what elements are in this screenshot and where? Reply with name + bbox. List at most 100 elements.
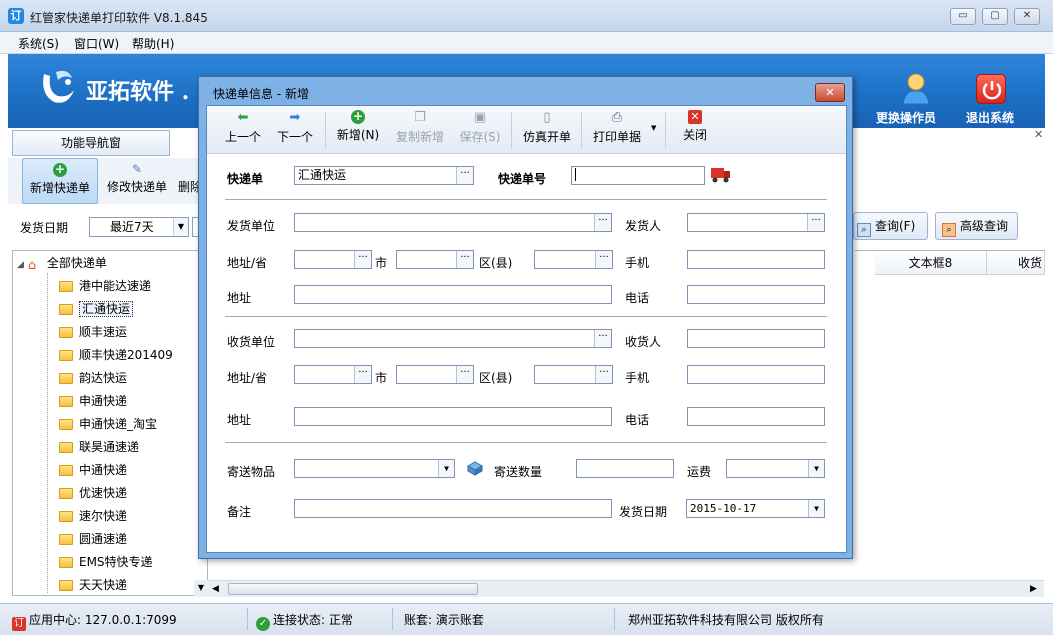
remarks-input[interactable] [294,499,612,518]
exit-system-label[interactable]: 退出系统 [966,109,1014,126]
chevron-down-icon[interactable]: ▼ [173,218,188,236]
ellipsis-icon[interactable]: ··· [456,167,473,184]
scroll-right-icon[interactable]: ▶ [1030,581,1037,597]
tree-item-label: 申通快递 [79,394,128,408]
tree-item[interactable]: 优速快递 [59,483,127,503]
menu-system[interactable]: 系统(S) [18,35,59,52]
tree-item[interactable]: 顺丰快递201409 [59,345,173,365]
tree-item[interactable]: 中通快递 [59,460,127,480]
sender-mobile-input[interactable] [687,250,825,269]
date-range-select[interactable]: 最近7天 ▼ [89,217,189,237]
advanced-query-button[interactable]: ⌕ 高级查询 [935,212,1018,240]
nav-panel-title[interactable]: 功能导航窗 [12,130,170,156]
scroll-thumb[interactable] [228,583,478,595]
tree-item[interactable]: 韵达快运 [59,368,127,388]
goods-select[interactable]: ▼ [294,459,455,478]
print-button[interactable]: ⎙ 打印单据 [591,110,643,152]
sender-district-input[interactable]: ··· [534,250,613,269]
tree-item[interactable]: 汇通快运 [59,299,134,319]
save-button[interactable]: ▣ 保存(S) [457,110,503,152]
next-button[interactable]: ➡ 下一个 [273,110,317,152]
ellipsis-icon[interactable]: ··· [354,251,371,268]
tree-scroll-down[interactable]: ▼ [194,580,208,597]
receiver-address-input[interactable] [294,407,612,426]
receiver-person-input[interactable] [687,329,825,348]
user-icon [902,73,930,105]
ellipsis-icon[interactable]: ··· [595,251,612,268]
sender-province-input[interactable]: ··· [294,250,372,269]
tree-item-label: 中通快递 [79,463,128,477]
tree-item[interactable]: 速尔快递 [59,506,127,526]
grid-header[interactable]: 文本框8 [875,251,987,275]
package-icon[interactable] [466,459,484,477]
chevron-down-icon[interactable]: ▼ [808,500,824,517]
receiver-mobile-input[interactable] [687,365,825,384]
new-waybill-button[interactable]: + 新增快递单 [22,158,98,204]
ellipsis-icon[interactable]: ··· [456,366,473,383]
ellipsis-icon[interactable]: ··· [807,214,824,231]
sender-person-input[interactable]: ··· [687,213,825,232]
tree-item[interactable]: 联昊通速递 [59,437,139,457]
tree-item[interactable]: 圆通速递 [59,529,127,549]
ellipsis-icon[interactable]: ··· [354,366,371,383]
receiver-province-input[interactable]: ··· [294,365,372,384]
edit-waybill-label: 修改快递单 [106,180,167,194]
tree-item[interactable]: 港中能达速递 [59,276,151,296]
receiver-district-input[interactable]: ··· [534,365,613,384]
ellipsis-icon[interactable]: ··· [456,251,473,268]
power-icon[interactable] [976,74,1006,104]
divider [225,316,827,317]
print-dropdown-icon[interactable]: ▼ [651,124,656,132]
panel-close-icon[interactable]: ✕ [1034,128,1043,141]
add-button[interactable]: + 新增(N) [333,110,383,152]
quantity-input[interactable] [576,459,674,478]
sender-city-input[interactable]: ··· [396,250,474,269]
switch-operator-label[interactable]: 更换操作员 [876,109,936,126]
folder-icon [59,442,73,453]
chevron-down-icon[interactable]: ▼ [438,460,454,477]
tree-guide [47,273,48,593]
ellipsis-icon[interactable]: ··· [594,330,611,347]
chevron-down-icon[interactable]: ▼ [808,460,824,477]
menu-help[interactable]: 帮助(H) [132,35,174,52]
minimize-button[interactable]: ▭ [950,8,976,25]
close-button[interactable]: ✕ [1014,8,1040,25]
courier-field[interactable]: 汇通快运 ··· [294,166,474,185]
tree-item[interactable]: 申通快递 [59,391,127,411]
horizontal-scrollbar[interactable]: ◀ ▶ [208,580,1044,597]
prev-button[interactable]: ⬅ 上一个 [221,110,265,152]
folder-icon [59,534,73,545]
edit-waybill-button[interactable]: ✎ 修改快递单 [102,158,172,204]
grid-header[interactable]: 收货 [987,251,1045,275]
collapse-icon[interactable]: ◢ [17,260,24,270]
account-status: 账套: 演示账套 [404,613,484,627]
receiver-phone-input[interactable] [687,407,825,426]
tracking-number-input[interactable] [571,166,705,185]
tree-item[interactable]: 天天快递 [59,575,127,595]
copy-add-button[interactable]: ❐ 复制新增 [393,110,447,152]
delivery-truck-icon[interactable] [710,164,732,184]
menu-window[interactable]: 窗口(W) [74,35,119,52]
maximize-button[interactable]: ▢ [982,8,1008,25]
ellipsis-icon[interactable]: ··· [595,366,612,383]
app-icon: 订 [8,8,24,24]
ship-date-picker[interactable]: 2015-10-17 ▼ [686,499,825,518]
sender-phone-input[interactable] [687,285,825,304]
tree-item[interactable]: 申通快递_淘宝 [59,414,157,434]
folder-icon [59,419,73,430]
receiver-city-input[interactable]: ··· [396,365,474,384]
dialog-close-button[interactable]: ✕ [815,83,845,102]
scroll-left-icon[interactable]: ◀ [212,581,219,597]
sender-address-input[interactable] [294,285,612,304]
freight-select[interactable]: ▼ [726,459,825,478]
tree-root[interactable]: ◢ ⌂ 全部快递单 [17,253,107,273]
receiver-unit-input[interactable]: ··· [294,329,612,348]
close-dialog-button[interactable]: ✕ 关闭 [679,110,711,152]
sender-unit-input[interactable]: ··· [294,213,612,232]
query-button[interactable]: ⌕ 查询(F) [853,212,928,240]
ellipsis-icon[interactable]: ··· [594,214,611,231]
receiver-phone-label: 电话 [625,413,650,427]
tree-item[interactable]: 顺丰速运 [59,322,127,342]
template-button[interactable]: ▯ 仿真开单 [521,110,573,152]
tree-item[interactable]: EMS特快专递 [59,552,153,572]
